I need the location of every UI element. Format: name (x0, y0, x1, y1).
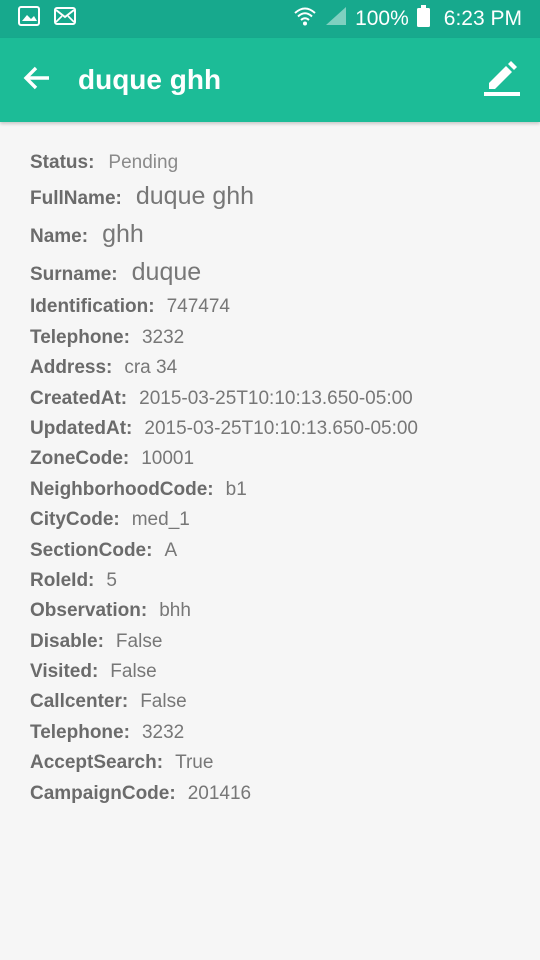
detail-row: SectionCode: A (30, 540, 540, 570)
detail-row: Visited: False (30, 661, 540, 691)
status-value: Pending (108, 152, 179, 173)
detail-row: UpdatedAt: 2015-03-25T10:10:13.650-05:00 (30, 418, 540, 448)
field-label: Telephone: (30, 721, 130, 743)
field-label: SectionCode: (30, 539, 153, 561)
field-value: b1 (225, 478, 247, 500)
field-value: cra 34 (124, 357, 178, 379)
surname-value: duque (131, 258, 202, 287)
field-value: False (115, 630, 163, 652)
field-value: bhh (159, 600, 191, 622)
field-label: Observation: (30, 600, 148, 622)
field-label: Identification: (30, 296, 155, 318)
field-value: 5 (106, 569, 117, 591)
field-label: CityCode: (30, 509, 120, 531)
details-panel: Status: Pending FullName: duque ghh Name… (0, 122, 540, 813)
detail-row: Callcenter: False (30, 691, 540, 721)
field-label: RoleId: (30, 569, 95, 591)
field-value: False (110, 661, 157, 683)
detail-row: ZoneCode: 10001 (30, 448, 540, 478)
field-value: 201416 (187, 782, 252, 804)
field-value: 3232 (141, 326, 185, 348)
detail-row: CampaignCode: 201416 (30, 783, 540, 813)
back-button[interactable] (20, 63, 54, 97)
mail-icon (54, 7, 76, 31)
edit-icon (483, 59, 521, 102)
field-value: False (140, 691, 187, 713)
field-value: True (175, 752, 214, 774)
field-value: 10001 (141, 448, 195, 470)
battery-percent: 100% (355, 7, 409, 30)
detail-row: Disable: False (30, 631, 540, 661)
field-value: med_1 (131, 509, 190, 531)
field-label: CreatedAt: (30, 387, 128, 409)
detail-row-status: Status: Pending (30, 152, 540, 182)
field-label: Visited: (30, 661, 99, 683)
status-bar: 100% 6:23 PM (0, 0, 540, 38)
image-icon (18, 6, 40, 32)
field-label: Address: (30, 357, 113, 379)
field-label: ZoneCode: (30, 448, 130, 470)
surname-label: Surname: (30, 264, 118, 286)
detail-row: Address: cra 34 (30, 357, 540, 387)
field-label: AcceptSearch: (30, 752, 164, 774)
field-value: 2015-03-25T10:10:13.650-05:00 (139, 387, 413, 409)
name-value: ghh (102, 220, 144, 249)
detail-row: CreatedAt: 2015-03-25T10:10:13.650-05:00 (30, 388, 540, 418)
detail-row-name: Name: ghh (30, 220, 540, 258)
name-label: Name: (30, 226, 89, 248)
field-label: CampaignCode: (30, 782, 176, 804)
status-right: 100% 6:23 PM (293, 5, 522, 33)
detail-row-surname: Surname: duque (30, 258, 540, 296)
field-value: 2015-03-25T10:10:13.650-05:00 (144, 417, 418, 439)
field-label: Telephone: (30, 326, 130, 348)
wifi-icon (293, 6, 317, 32)
detail-row: Telephone: 3232 (30, 722, 540, 752)
battery-icon (416, 5, 430, 33)
signal-icon (325, 6, 347, 32)
detail-row-fullname: FullName: duque ghh (30, 182, 540, 220)
field-label: Callcenter: (30, 691, 129, 713)
detail-row: Identification: 747474 (30, 296, 540, 326)
detail-row: CityCode: med_1 (30, 509, 540, 539)
app-bar: duque ghh (0, 38, 540, 122)
field-value: A (164, 539, 178, 561)
detail-row: Observation: bhh (30, 600, 540, 630)
field-value: 747474 (166, 296, 230, 318)
fullname-value: duque ghh (135, 182, 255, 211)
field-label: UpdatedAt: (30, 417, 133, 439)
detail-row: RoleId: 5 (30, 570, 540, 600)
back-arrow-icon (23, 65, 51, 96)
field-label: Disable: (30, 630, 104, 652)
clock: 6:23 PM (443, 7, 522, 30)
fullname-label: FullName: (30, 188, 122, 210)
field-label: NeighborhoodCode: (30, 478, 214, 500)
detail-row: NeighborhoodCode: b1 (30, 479, 540, 509)
edit-button[interactable] (482, 60, 522, 100)
status-left (18, 6, 76, 32)
page-title: duque ghh (78, 64, 222, 95)
field-value: 3232 (141, 721, 185, 743)
detail-row: AcceptSearch: True (30, 752, 540, 782)
detail-row: Telephone: 3232 (30, 327, 540, 357)
status-label: Status: (30, 152, 95, 173)
